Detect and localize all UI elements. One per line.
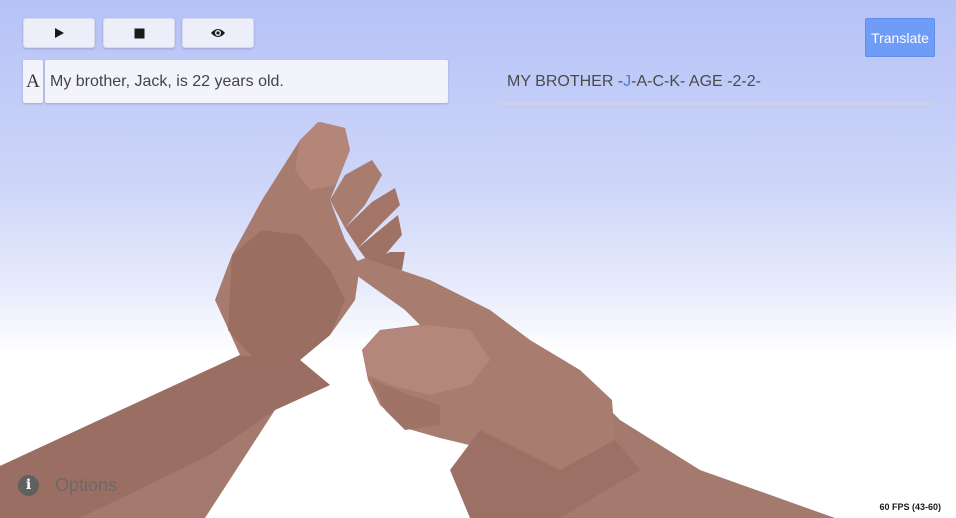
- gloss-text-before: MY BROTHER -: [507, 73, 624, 90]
- gloss-current-letter: J: [623, 73, 632, 90]
- view-toggle-button[interactable]: [182, 18, 254, 48]
- fps-counter: 60 FPS (43-60): [879, 502, 941, 512]
- play-button[interactable]: [23, 18, 95, 48]
- options-button[interactable]: i Options: [18, 473, 117, 497]
- gloss-output: MY BROTHER -J-A-C-K- AGE -2-2-: [497, 60, 933, 105]
- left-hand: [0, 122, 405, 518]
- right-hand: [352, 258, 835, 518]
- stop-button[interactable]: [103, 18, 175, 48]
- play-icon: [55, 28, 64, 38]
- stop-icon: [134, 28, 144, 38]
- gloss-text-after: -A-C-K- AGE -2-2-: [631, 73, 761, 90]
- info-icon: i: [18, 474, 39, 496]
- eye-icon: [211, 29, 225, 37]
- font-toggle-button[interactable]: A: [23, 60, 43, 103]
- translate-button[interactable]: Translate: [865, 18, 935, 57]
- options-label: Options: [55, 474, 118, 495]
- sentence-input[interactable]: [45, 60, 448, 103]
